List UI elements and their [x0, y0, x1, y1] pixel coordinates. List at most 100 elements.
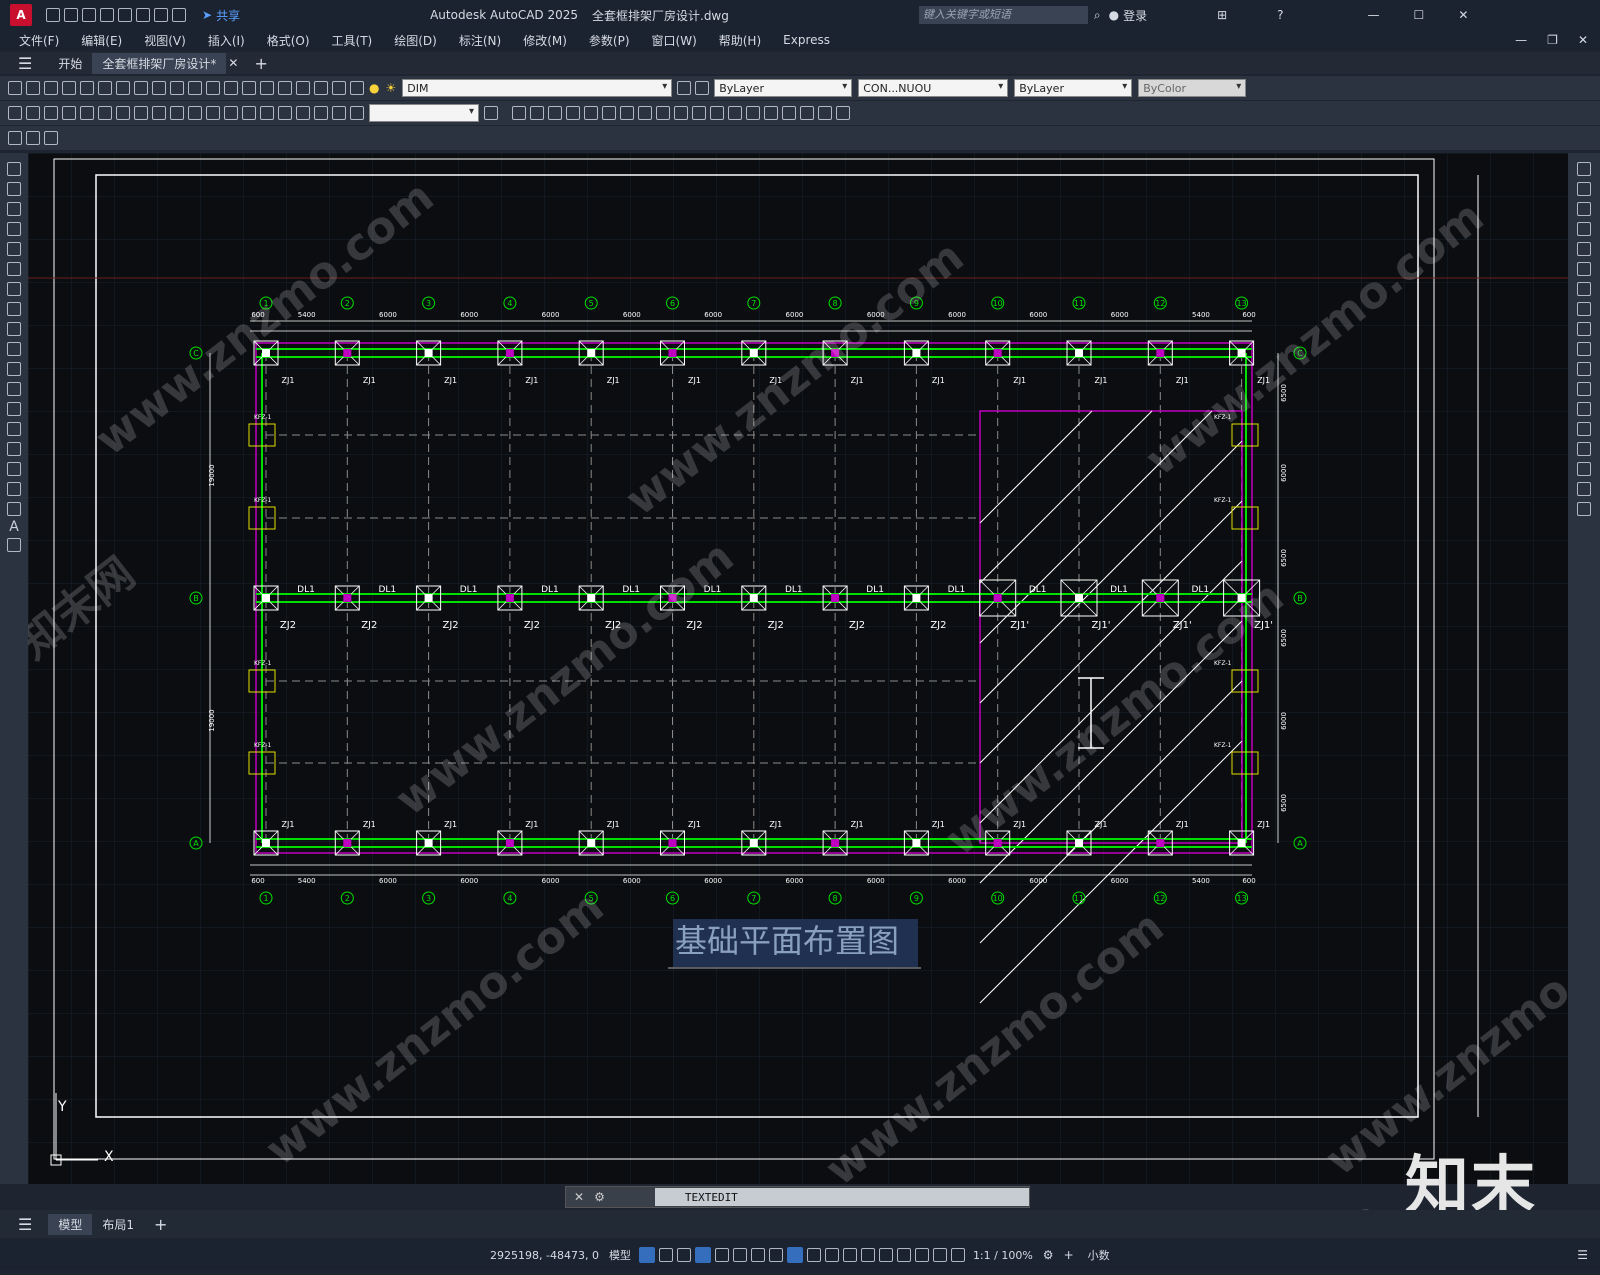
spline-icon[interactable]: [7, 322, 21, 336]
command-input[interactable]: TEXTEDIT: [654, 1188, 1029, 1206]
copy-obj-icon[interactable]: [512, 106, 526, 120]
array-icon[interactable]: [566, 106, 580, 120]
erase-icon[interactable]: [782, 106, 796, 120]
sun-icon[interactable]: ☀: [385, 81, 396, 95]
zoom-window-icon[interactable]: [242, 81, 256, 95]
menu-help[interactable]: 帮助(H): [719, 32, 761, 49]
redo-icon[interactable]: [172, 8, 186, 22]
coordinates-readout[interactable]: 2925198, -48473, 0: [490, 1249, 599, 1262]
copy-r-icon[interactable]: [1577, 182, 1591, 196]
break-icon[interactable]: [692, 106, 706, 120]
annotation-scale[interactable]: 1:1 / 100%: [973, 1249, 1033, 1262]
annotation-visibility-icon[interactable]: [932, 1248, 947, 1262]
osnap-icon[interactable]: [786, 1247, 803, 1263]
close-button[interactable]: ✕: [1458, 8, 1468, 22]
fillet-icon[interactable]: [746, 106, 760, 120]
save-icon[interactable]: [82, 8, 96, 22]
make-block-icon[interactable]: [7, 402, 21, 416]
tab-model[interactable]: 模型: [48, 1213, 93, 1235]
open-icon[interactable]: [26, 81, 40, 95]
circle-icon[interactable]: [7, 282, 21, 296]
align-icon[interactable]: [818, 106, 832, 120]
otrack-icon[interactable]: [768, 1248, 783, 1262]
dimstyle-dropdown[interactable]: ▾: [369, 104, 479, 122]
dynamic-ucs-icon[interactable]: [878, 1248, 893, 1262]
jogged-linear-icon[interactable]: [296, 106, 310, 120]
plotstyle-dropdown[interactable]: ByColor ▾: [1138, 79, 1247, 97]
dyn-input-icon[interactable]: [694, 1247, 711, 1263]
erase-r-icon[interactable]: [1577, 162, 1591, 176]
calc-icon[interactable]: [314, 81, 328, 95]
lineweight-toggle-icon[interactable]: [806, 1248, 821, 1262]
drawing-title[interactable]: 基础平面布置图: [675, 922, 899, 960]
ellipse-arc-icon[interactable]: [7, 362, 21, 376]
lineweight-dropdown[interactable]: ByLayer ▾: [1014, 79, 1133, 97]
array-r-icon[interactable]: [1577, 242, 1591, 256]
layer-walk-icon[interactable]: [44, 131, 58, 145]
menu-tools[interactable]: 工具(T): [332, 32, 373, 49]
layout-menu-icon[interactable]: ☰: [18, 1215, 32, 1234]
3dosnap-icon[interactable]: [860, 1248, 875, 1262]
make-current-icon[interactable]: [677, 81, 692, 95]
quick-dim-icon[interactable]: [152, 106, 166, 120]
selection-filter-icon[interactable]: [896, 1248, 911, 1262]
copy-icon[interactable]: [116, 81, 130, 95]
app-logo-icon[interactable]: A: [10, 4, 32, 26]
auto-scale-icon[interactable]: [950, 1248, 965, 1262]
center-mark-icon[interactable]: [260, 106, 274, 120]
new-file-icon[interactable]: [46, 8, 60, 22]
command-line[interactable]: ✕ ⚙ TEXTEDIT: [565, 1186, 1030, 1208]
color-dropdown[interactable]: ByLayer ▾: [714, 79, 853, 97]
fillet-r-icon[interactable]: [1577, 462, 1591, 476]
gizmo-icon[interactable]: [914, 1248, 929, 1262]
cut-icon[interactable]: [98, 81, 112, 95]
add-layout-icon[interactable]: +: [154, 1215, 167, 1234]
dim-edit-icon[interactable]: [314, 106, 328, 120]
annotation-monitor-icon[interactable]: +: [1064, 1248, 1074, 1262]
rectangle-icon[interactable]: [7, 242, 21, 256]
cmd-close-icon[interactable]: ✕: [574, 1190, 584, 1204]
menu-format[interactable]: 格式(O): [267, 32, 310, 49]
arc-icon[interactable]: [7, 262, 21, 276]
mirror-r-icon[interactable]: [1577, 202, 1591, 216]
menu-express[interactable]: Express: [783, 33, 830, 47]
model-space-button[interactable]: 模型: [609, 1247, 631, 1263]
region-icon[interactable]: [7, 482, 21, 496]
hatch-icon[interactable]: [7, 442, 21, 456]
grid-toggle-icon[interactable]: [638, 1247, 655, 1263]
stretch-r-icon[interactable]: [1577, 322, 1591, 336]
break-r-icon[interactable]: [1577, 402, 1591, 416]
construction-line-icon[interactable]: [7, 182, 21, 196]
trim-icon[interactable]: [656, 106, 670, 120]
infer-icon[interactable]: [676, 1248, 691, 1262]
menu-view[interactable]: 视图(V): [144, 32, 186, 49]
new-tab-icon[interactable]: +: [254, 54, 267, 73]
layer-state-icon[interactable]: [26, 131, 40, 145]
scale-icon[interactable]: [620, 106, 634, 120]
point-icon[interactable]: [7, 422, 21, 436]
save-as-icon[interactable]: [100, 8, 114, 22]
drawing-canvas[interactable]: ZJ1 ZJ1 ZJ1 ZJ1 ZJ1 ZJ1 ZJ1 ZJ1 ZJ1 ZJ1 ZJ1 ZJ1 ZJ1 Z…: [28, 153, 1568, 1184]
cmd-settings-icon[interactable]: ⚙: [594, 1190, 605, 1204]
polyline-icon[interactable]: [7, 202, 21, 216]
menu-window[interactable]: 窗口(W): [652, 32, 697, 49]
customize-icon[interactable]: ☰: [1577, 1248, 1588, 1262]
share-icon[interactable]: ➤: [202, 8, 212, 22]
add-selected-icon[interactable]: [7, 538, 21, 552]
dim-diameter-icon[interactable]: [116, 106, 130, 120]
move-icon[interactable]: [584, 106, 598, 120]
dim-text-edit-icon[interactable]: [332, 106, 346, 120]
group-icon[interactable]: [836, 106, 850, 120]
properties-icon[interactable]: [260, 81, 274, 95]
line-icon[interactable]: [7, 162, 21, 176]
selection-cycling-icon[interactable]: [842, 1248, 857, 1262]
rotate-icon[interactable]: [602, 106, 616, 120]
save-tb-icon[interactable]: [44, 81, 58, 95]
doc-restore-button[interactable]: ❐: [1547, 33, 1558, 47]
redo-tb-icon[interactable]: [188, 81, 202, 95]
undo-tb-icon[interactable]: [170, 81, 184, 95]
chamfer-r-icon[interactable]: [1577, 442, 1591, 456]
menu-dimension[interactable]: 标注(N): [459, 32, 501, 49]
dim-break-icon[interactable]: [224, 106, 238, 120]
layer-prev-icon[interactable]: [695, 81, 710, 95]
